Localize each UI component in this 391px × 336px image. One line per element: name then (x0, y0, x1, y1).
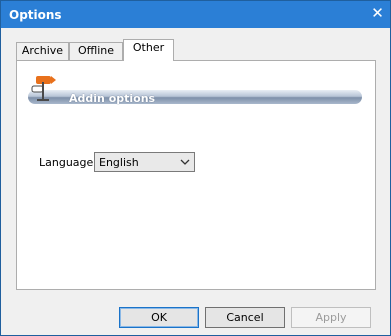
tab-archive[interactable]: Archive (16, 42, 69, 60)
tab-label: Offline (77, 44, 115, 57)
options-dialog: Options ✕ Archive Offline Other Addin op… (0, 0, 391, 336)
apply-button-label: Apply (315, 311, 347, 324)
cancel-button-label: Cancel (226, 311, 264, 324)
signpost-icon (31, 76, 56, 101)
ok-button[interactable]: OK (119, 307, 199, 328)
tab-label: Archive (21, 44, 64, 57)
tab-label: Other (132, 41, 165, 54)
apply-button[interactable]: Apply (291, 307, 371, 328)
window-title: Options (9, 8, 62, 22)
language-label: Language (39, 156, 94, 169)
title-bar[interactable]: Options ✕ (1, 1, 390, 28)
tab-offline[interactable]: Offline (69, 42, 123, 60)
ok-button-label: OK (151, 311, 167, 324)
cancel-button[interactable]: Cancel (205, 307, 285, 328)
language-selected-value: English (99, 156, 139, 169)
close-icon[interactable]: ✕ (371, 6, 384, 21)
language-select[interactable]: English (94, 152, 195, 172)
tab-other[interactable]: Other (123, 39, 174, 61)
chevron-down-icon (180, 159, 190, 165)
section-title: Addin options (69, 92, 156, 105)
tab-panel-other: Addin options Language English (16, 60, 376, 290)
